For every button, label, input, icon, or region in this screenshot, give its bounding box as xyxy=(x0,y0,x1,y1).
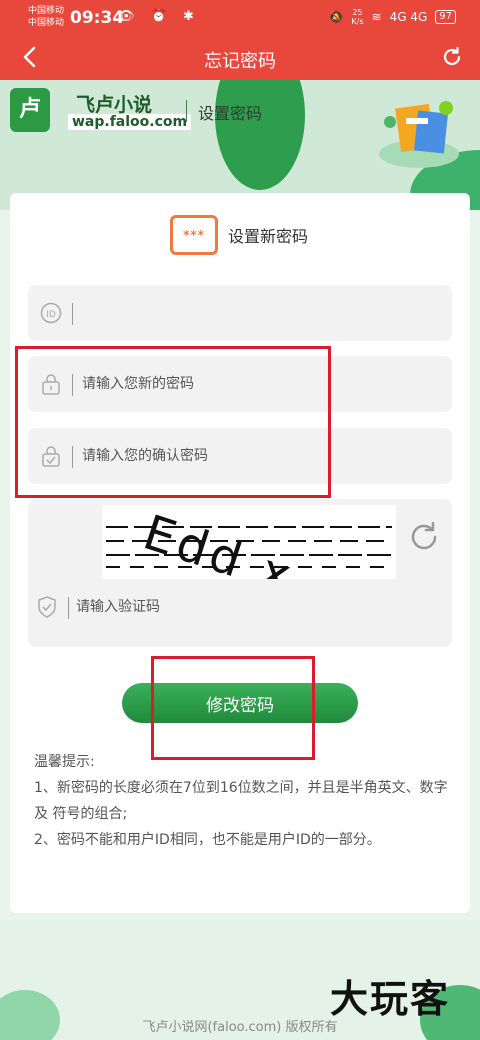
shield-icon xyxy=(38,596,56,618)
tips-section: 温馨提示: 1、新密码的长度必须在7位到16位数之间，并且是半角英文、数字及 符… xyxy=(34,749,454,853)
brand-logo: 卢 xyxy=(10,88,50,132)
watermark-text: 大玩客 xyxy=(330,977,451,1021)
card-title: 设置新密码 xyxy=(228,227,309,246)
svg-text:ID: ID xyxy=(46,310,56,320)
captcha-image[interactable]: Edd x xyxy=(102,505,396,579)
captcha-text-graphic: Edd x xyxy=(137,505,302,579)
network-speed: 25 K/s xyxy=(351,8,363,26)
highlight-box-submit xyxy=(151,656,315,760)
brand-url: wap.faloo.com xyxy=(68,114,192,130)
card-heading: *** 设置新密码 xyxy=(170,215,308,255)
decor-blob xyxy=(215,80,305,190)
user-id-input[interactable] xyxy=(82,297,432,329)
status-bar: 中国移动 中国移动 09:34 👁 ⏰ ✱ 🔕 25 K/s ≋ 4G 4G 9… xyxy=(0,0,480,36)
field-separator xyxy=(72,303,73,325)
books-illustration-icon xyxy=(379,101,459,168)
refresh-icon[interactable] xyxy=(440,45,464,69)
mute-icon: 🔕 xyxy=(328,10,344,24)
speed-unit: K/s xyxy=(351,17,364,26)
captcha-field: Edd x xyxy=(28,499,452,647)
battery-indicator: 97 xyxy=(435,10,456,24)
brand-name: 飞卢小说 xyxy=(76,94,153,116)
highlight-box-password-fields xyxy=(15,346,331,498)
reset-password-card: *** 设置新密码 ID Edd x 请输入验证码 修改密码 温馨提示: 1、新… xyxy=(10,193,470,913)
captcha-refresh-icon[interactable] xyxy=(406,519,442,555)
wifi-icon: ≋ xyxy=(371,10,382,24)
status-right: 🔕 25 K/s ≋ 4G 4G 97 xyxy=(328,8,456,26)
banner-subtitle: 设置密码 xyxy=(198,104,263,123)
speed-value: 25 xyxy=(352,8,363,17)
banner-divider xyxy=(186,100,187,122)
status-time: 09:34 xyxy=(70,8,125,28)
captcha-input[interactable] xyxy=(76,591,376,623)
header-banner: 卢 飞卢小说 wap.faloo.com 设置密码 xyxy=(0,80,480,210)
status-icons: 👁 ⏰ ✱ xyxy=(118,9,200,24)
password-icon: *** xyxy=(170,215,218,255)
tips-line: 2、密码不能和用户ID相同，也不能是用户ID的一部分。 xyxy=(34,832,381,848)
user-id-field[interactable]: ID xyxy=(28,285,452,341)
carrier-1: 中国移动 xyxy=(28,6,65,16)
carrier-2: 中国移动 xyxy=(28,18,65,28)
tips-line: 1、新密码的长度必须在7位到16位数之间，并且是半角英文、数字及 符号的组合; xyxy=(34,780,448,822)
id-icon: ID xyxy=(40,302,62,324)
signal-label: 4G 4G xyxy=(389,10,428,24)
field-separator xyxy=(68,597,69,619)
nav-bar: 忘记密码 xyxy=(0,36,480,80)
carrier-labels: 中国移动 中国移动 xyxy=(28,5,64,29)
captcha-text: Edd x xyxy=(137,505,302,579)
page-title: 忘记密码 xyxy=(204,51,276,72)
